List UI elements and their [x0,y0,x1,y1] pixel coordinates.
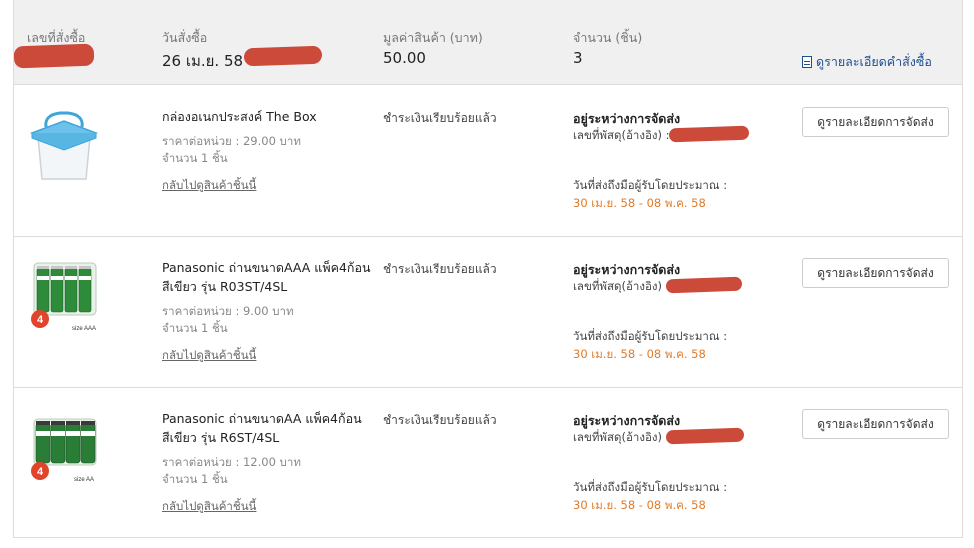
order-header: เลขที่สั่งซื้อ วันสั่งซื้อ 26 เม.ย. 58 ม… [13,0,962,85]
order-date-label: วันสั่งซื้อ [162,30,208,45]
estimated-delivery-date: 30 เม.ย. 58 - 08 พ.ค. 58 [573,347,706,361]
tracking-redaction [665,427,745,445]
payment-status: ชำระเงินเรียบร้อยแล้ว [383,111,497,125]
order-date-value: 26 เม.ย. 58 [162,52,244,70]
payment-status: ชำระเงินเรียบร้อยแล้ว [383,262,497,276]
view-product-link[interactable]: กลับไปดูสินค้าชิ้นนี้ [162,497,372,516]
estimated-delivery-label: วันที่ส่งถึงมือผู้รับโดยประมาณ : [573,480,728,494]
unit-price: ราคาต่อหน่วย : 29.00 บาท [162,134,301,148]
order-item-row: 4 size AAA Panasonic ถ่านขนาดAAA แพ็ค4ก้… [14,236,962,388]
unit-price: ราคาต่อหน่วย : 12.00 บาท [162,455,301,469]
pack-count-badge: 4 [37,466,44,478]
storage-box-icon [29,111,99,180]
estimated-delivery-date: 30 เม.ย. 58 - 08 พ.ค. 58 [573,498,706,512]
unit-price: ราคาต่อหน่วย : 9.00 บาท [162,304,294,318]
item-quantity: จำนวน 1 ชิ้น [162,151,228,165]
product-name: Panasonic ถ่านขนาดAAA แพ็ค4ก้อน สีเขียว … [162,260,371,294]
product-info: กล่องอเนกประสงค์ The Box ราคาต่อหน่วย : … [162,107,372,195]
order-detail-link[interactable]: ดูรายละเอียดคำสั่งซื้อ [802,52,932,72]
order-card: เลขที่สั่งซื้อ วันสั่งซื้อ 26 เม.ย. 58 ม… [13,0,963,538]
battery-pack-icon: 4 size AAA [31,262,97,332]
estimated-delivery-label: วันที่ส่งถึงมือผู้รับโดยประมาณ : [573,329,728,343]
order-total-label: มูลค่าสินค้า (บาท) [383,30,483,45]
shipping-status: อยู่ระหว่างการจัดส่ง [573,413,681,428]
shipping-status: อยู่ระหว่างการจัดส่ง [573,262,681,277]
view-product-link[interactable]: กลับไปดูสินค้าชิ้นนี้ [162,176,372,195]
product-image-battery-aaa[interactable]: 4 size AAA [24,258,104,338]
document-icon [802,56,812,68]
estimated-delivery-date: 30 เม.ย. 58 - 08 พ.ค. 58 [573,196,706,210]
tracking-redaction [665,276,743,294]
product-image-box[interactable] [24,107,104,187]
estimated-delivery-label: วันที่ส่งถึงมือผู้รับโดยประมาณ : [573,178,728,192]
order-qty-value: 3 [573,49,583,67]
order-total-value: 50.00 [383,49,426,67]
order-time-redaction [243,45,323,67]
tracking-number-label: เลขที่พัสดุ(อ้างอิง) : [573,128,670,142]
product-info: Panasonic ถ่านขนาดAA แพ็ค4ก้อน สีเขียว ร… [162,409,372,516]
battery-pack-icon: 4 size AA [31,418,97,483]
view-shipping-details-button[interactable]: ดูรายละเอียดการจัดส่ง [802,409,949,439]
tracking-number-label: เลขที่พัสดุ(อ้างอิง) : [573,279,670,293]
view-shipping-details-button[interactable]: ดูรายละเอียดการจัดส่ง [802,107,949,137]
item-quantity: จำนวน 1 ชิ้น [162,472,228,486]
payment-status: ชำระเงินเรียบร้อยแล้ว [383,413,497,427]
order-detail-link-label: ดูรายละเอียดคำสั่งซื้อ [816,54,932,69]
item-quantity: จำนวน 1 ชิ้น [162,321,228,335]
product-name: Panasonic ถ่านขนาดAA แพ็ค4ก้อน สีเขียว ร… [162,411,362,445]
shipping-status: อยู่ระหว่างการจัดส่ง [573,111,681,126]
order-item-row: กล่องอเนกประสงค์ The Box ราคาต่อหน่วย : … [14,85,962,237]
product-image-battery-aa[interactable]: 4 size AA [24,409,104,489]
order-item-row: 4 size AA Panasonic ถ่านขนาดAA แพ็ค4ก้อน… [14,387,962,538]
view-product-link[interactable]: กลับไปดูสินค้าชิ้นนี้ [162,346,372,365]
product-info: Panasonic ถ่านขนาดAAA แพ็ค4ก้อน สีเขียว … [162,258,372,365]
pack-count-badge: 4 [37,314,44,326]
tracking-number-label: เลขที่พัสดุ(อ้างอิง) : [573,430,670,444]
battery-size-label: size AAA [72,326,96,332]
battery-size-label: size AA [74,477,94,483]
tracking-redaction [668,125,750,143]
order-number-redaction [13,43,95,69]
order-qty-label: จำนวน (ชิ้น) [573,30,643,45]
product-name: กล่องอเนกประสงค์ The Box [162,109,317,124]
view-shipping-details-button[interactable]: ดูรายละเอียดการจัดส่ง [802,258,949,288]
